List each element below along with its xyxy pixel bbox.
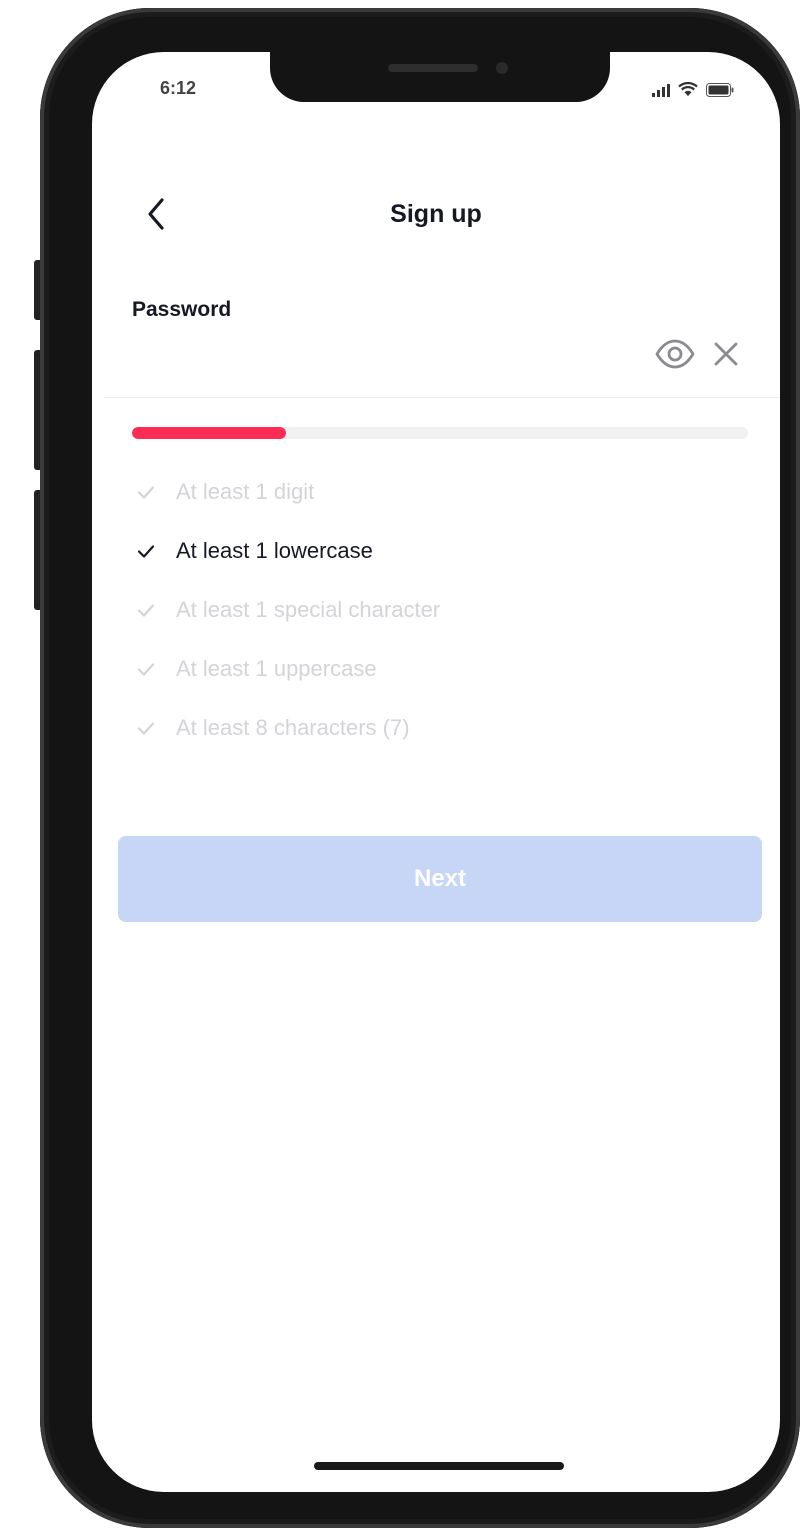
clear-input-button[interactable] <box>712 340 740 368</box>
requirement-item: At least 8 characters (7) <box>136 698 440 757</box>
phone-screen: 6:12 Sign up Password At least 1 digit A… <box>92 52 780 1492</box>
notch <box>270 52 610 102</box>
checkmark-icon <box>137 544 155 558</box>
password-requirements: At least 1 digit At least 1 lowercase At l… <box>136 462 440 757</box>
status-icons <box>652 82 734 97</box>
requirement-text: At least 1 lowercase <box>176 537 373 563</box>
cellular-signal-icon <box>652 84 670 97</box>
checkmark-icon <box>137 721 155 735</box>
requirement-item: At least 1 digit <box>136 462 440 521</box>
password-strength-bar <box>132 427 748 439</box>
speaker <box>388 64 478 72</box>
field-divider <box>104 397 780 398</box>
requirement-text: At least 8 characters (7) <box>176 714 410 740</box>
requirement-text: At least 1 digit <box>176 478 315 504</box>
show-password-button[interactable] <box>654 336 696 372</box>
password-label: Password <box>132 298 232 321</box>
password-strength-fill <box>132 427 286 439</box>
stage: 6:12 Sign up Password At least 1 digit A… <box>0 0 804 1529</box>
requirement-item: At least 1 special character <box>136 580 440 639</box>
home-indicator <box>314 1462 564 1470</box>
requirement-text: At least 1 special character <box>176 596 441 622</box>
checkmark-icon <box>137 485 155 499</box>
requirement-item: At least 1 uppercase <box>136 639 440 698</box>
battery-icon <box>706 83 734 97</box>
page-title: Sign up <box>390 200 482 228</box>
eye-icon <box>655 339 695 369</box>
requirement-text: At least 1 uppercase <box>176 655 377 681</box>
checkmark-icon <box>137 603 155 617</box>
close-icon <box>714 342 738 366</box>
requirement-item: At least 1 lowercase <box>136 521 440 580</box>
camera <box>496 62 508 74</box>
password-input[interactable] <box>132 332 636 374</box>
wifi-icon <box>678 82 698 97</box>
checkmark-icon <box>137 662 155 676</box>
status-time: 6:12 <box>160 78 197 98</box>
next-button[interactable]: Next <box>118 836 762 922</box>
